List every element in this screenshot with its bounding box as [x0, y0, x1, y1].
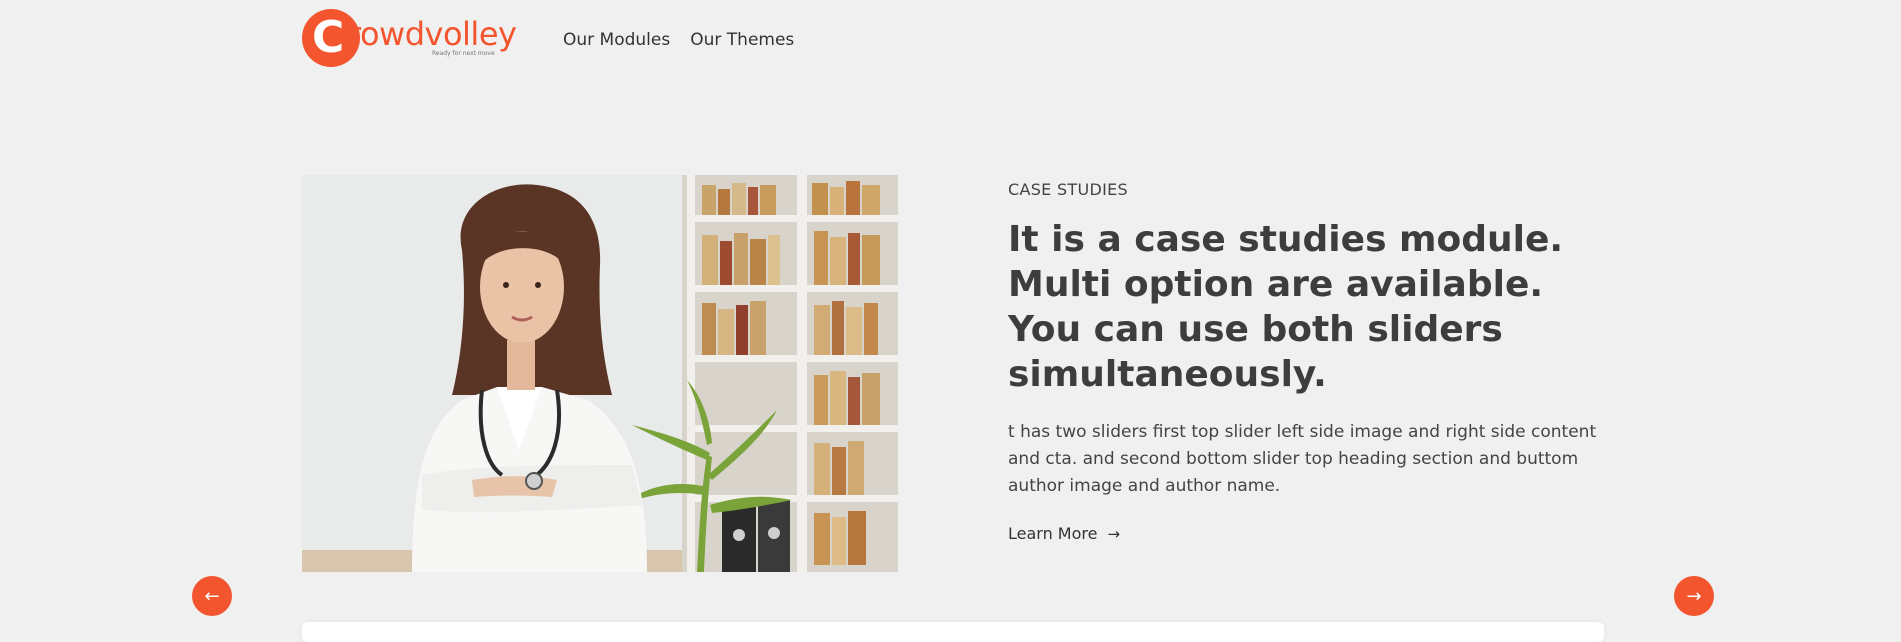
- bottom-slider-card: [302, 622, 1604, 642]
- site-header: C rowdvolley Ready for next move: [302, 8, 517, 68]
- slider-next-button[interactable]: →: [1674, 576, 1714, 616]
- nav-item-our-modules[interactable]: Our Modules: [563, 30, 670, 50]
- section-eyebrow: CASE STUDIES: [1008, 180, 1129, 199]
- learn-more-label: Learn More: [1008, 524, 1098, 543]
- logo-tagline: Ready for next move: [432, 50, 495, 57]
- case-study-heading: It is a case studies module. Multi optio…: [1008, 219, 1564, 395]
- main-nav: Our Modules Our Themes: [563, 30, 794, 50]
- crowdvolley-logo[interactable]: C rowdvolley Ready for next move: [302, 8, 517, 68]
- arrow-left-icon: ←: [204, 585, 220, 607]
- doctor-photo: [302, 175, 898, 572]
- arrow-right-icon: →: [1107, 524, 1121, 543]
- arrow-right-icon: →: [1686, 585, 1702, 607]
- slider-prev-button[interactable]: ←: [192, 576, 232, 616]
- logo-letter: C: [312, 12, 345, 63]
- learn-more-link[interactable]: Learn More →: [1008, 524, 1120, 543]
- case-study-description: t has two sliders first top slider left …: [1008, 422, 1597, 496]
- logo-wordmark: rowdvolley: [348, 15, 517, 53]
- nav-item-our-themes[interactable]: Our Themes: [690, 30, 794, 50]
- case-study-content: CASE STUDIES It is a case studies module…: [1008, 180, 1598, 543]
